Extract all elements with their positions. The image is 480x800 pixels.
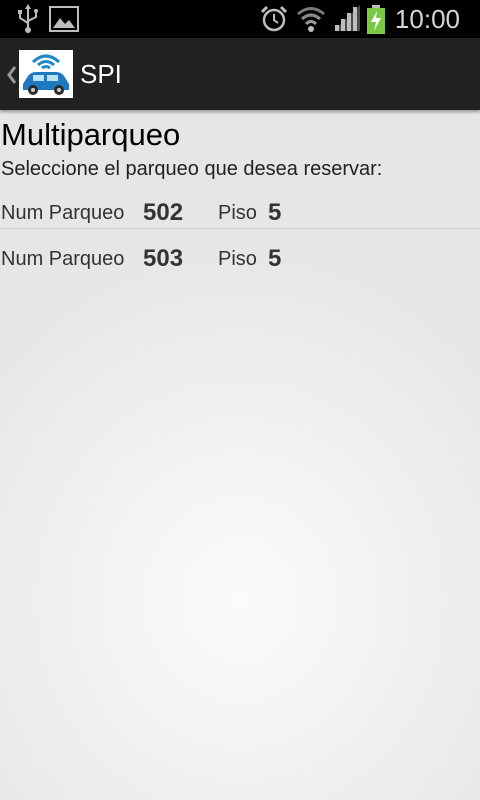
clock-time: 10:00	[394, 4, 460, 34]
page-title: Multiparqueo	[1, 117, 181, 152]
parking-number-label: Num Parqueo	[1, 248, 125, 270]
alarm-icon	[259, 4, 289, 39]
battery-charging-icon	[366, 5, 386, 40]
app-title: SPI	[80, 59, 122, 89]
image-icon	[49, 6, 79, 37]
action-bar: SPI	[0, 38, 480, 110]
instruction-text: Seleccione el parqueo que desea reservar…	[1, 158, 383, 180]
floor-label: Piso	[218, 248, 257, 270]
chevron-left-icon[interactable]	[6, 66, 18, 89]
usb-icon	[16, 4, 40, 39]
app-logo[interactable]	[19, 50, 73, 98]
parking-number: 503	[143, 245, 184, 272]
floor-number: 5	[268, 199, 282, 226]
row-divider	[0, 228, 480, 229]
wifi-icon	[296, 4, 326, 39]
parking-row[interactable]: Num Parqueo 503 Piso 5	[0, 238, 480, 280]
parking-number-label: Num Parqueo	[1, 202, 125, 224]
floor-number: 5	[268, 245, 282, 272]
status-bar: 10:00	[0, 0, 480, 38]
floor-label: Piso	[218, 202, 257, 224]
signal-icon	[332, 5, 362, 38]
parking-number: 502	[143, 199, 184, 226]
